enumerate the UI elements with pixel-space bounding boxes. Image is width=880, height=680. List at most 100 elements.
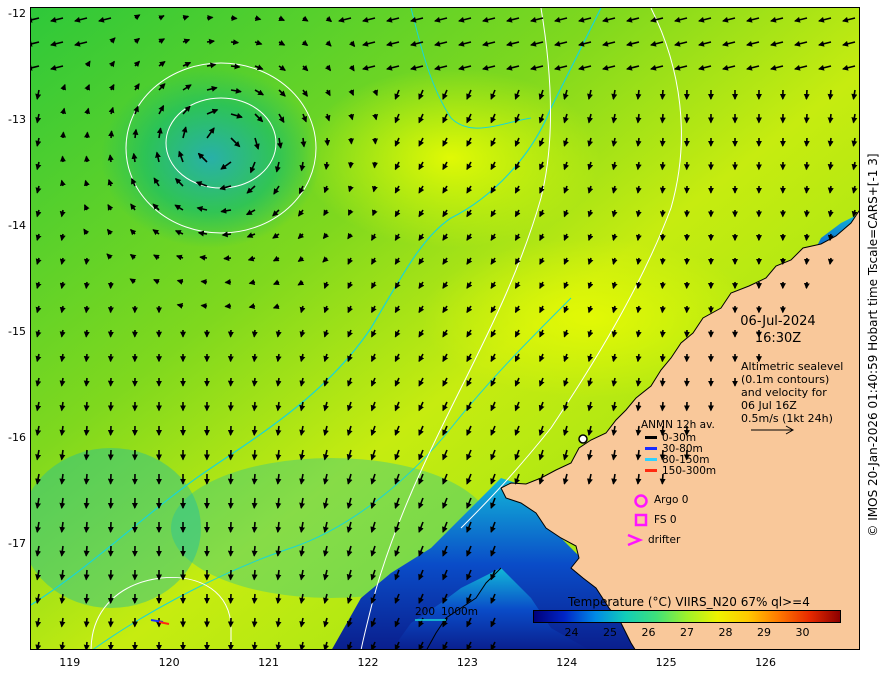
velocity-arrow [251,449,258,461]
velocity-arrow [659,257,666,265]
velocity-arrow [803,233,810,242]
colorbar-tick-label: 26 [641,626,656,639]
colorbar-tick-label: 27 [680,626,694,639]
velocity-arrow [635,257,642,265]
velocity-arrow [635,185,642,194]
drifter-legend-label: drifter [648,534,681,546]
velocity-arrow [83,545,90,557]
lat-tick-label: -15 [8,325,26,339]
velocity-arrow [300,137,307,148]
colorbar-title: Temperature (°C) VIIRS_N20 67% ql>=4 [568,595,810,609]
velocity-arrow [659,185,666,194]
float-square-icon [634,513,648,527]
altimetry-note-line: and velocity for [741,386,827,399]
velocity-arrow [83,353,90,363]
velocity-arrow [324,137,331,147]
velocity-arrow [251,545,258,557]
velocity-arrow [251,473,258,485]
velocity-arrow [659,113,666,124]
velocity-arrow [659,353,666,363]
lat-tick-label: -13 [8,113,26,127]
velocity-arrow [659,161,666,171]
anmn-depth-label: 150-300m [662,465,717,477]
drifter-icon [627,533,644,547]
altimetry-note-line: (0.1m contours) [741,373,830,386]
velocity-arrow [83,257,90,265]
colorbar-tick-label: 28 [718,626,733,639]
lat-tick-label: -14 [8,219,26,233]
velocity-arrow [803,185,810,194]
velocity-arrow [251,353,258,363]
lon-tick-label: 119 [59,656,81,669]
velocity-arrow [659,329,666,338]
velocity-arrow [199,254,208,261]
velocity-arrow [206,14,214,21]
colorbar-tick-label: 24 [564,626,579,639]
velocity-arrow [827,161,834,171]
velocity-arrow [251,329,258,338]
velocity-arrow [803,209,810,218]
fs-legend-label: FS 0 [654,514,677,526]
velocity-arrow [659,209,666,218]
map-canvas [31,8,859,649]
velocity-arrow [83,377,90,387]
velocity-arrow [635,233,642,242]
lon-tick-label: 123 [456,656,478,669]
velocity-arrow [221,231,232,238]
velocity-arrow [659,281,666,290]
velocity-arrow [251,593,258,604]
velocity-arrow [659,401,666,412]
lon-tick-label: 126 [755,656,777,669]
lon-tick-label: 124 [556,656,578,669]
lon-tick-label: 125 [655,656,677,669]
attribution-label: © IMOS 20-Jan-2026 01:40:59 Hobart time … [866,153,880,537]
velocity-arrow [108,130,115,139]
velocity-arrow [635,401,642,412]
velocity-arrow [83,617,90,628]
velocity-arrow [323,161,330,170]
velocity-arrow [83,593,90,604]
velocity-arrow [635,425,642,436]
velocity-arrow [206,38,215,45]
velocity-arrow [230,63,241,70]
velocity-arrow [659,233,666,242]
velocity-arrow [659,305,666,314]
argo-legend-label: Argo 0 [654,494,689,506]
velocity-arrow [659,137,666,147]
velocity-arrow [659,377,666,387]
anmn-depth-swatch [645,458,657,461]
argo-icon [634,494,648,508]
velocity-arrow [251,497,258,509]
velocity-arrow [827,233,834,242]
velocity-arrow [251,401,258,412]
velocity-arrow [83,155,90,163]
velocity-arrow [83,305,90,314]
velocity-arrow [59,155,66,163]
velocity-arrow [251,425,258,436]
altimetry-note-line: Altimetric sealevel [741,360,844,373]
lat-tick-label: -12 [8,7,26,21]
velocity-arrow [827,185,834,194]
velocity-arrow [803,281,810,290]
velocity-arrow [83,641,90,649]
bathy-legend-line [415,619,446,621]
lon-tick-label: 120 [158,656,180,669]
velocity-arrow [83,281,90,290]
velocity-arrow [635,281,642,290]
velocity-arrow [347,161,354,169]
velocity-arrow [83,569,90,581]
velocity-arrow [223,255,232,262]
velocity-arrow [827,257,834,265]
velocity-arrow [635,377,642,387]
velocity-arrow [827,89,834,100]
velocity-arrow [803,89,810,100]
altimetry-note-line: 06 Jul 16Z [741,399,797,412]
velocity-arrow [251,617,258,628]
velocity-arrow [230,39,240,46]
lat-tick-label: -16 [8,431,26,445]
anmn-depth-swatch [645,436,657,439]
anmn-depth-swatch [645,447,657,450]
velocity-arrow [803,257,810,265]
velocity-arrow [803,161,810,171]
velocity-arrow [251,569,258,581]
